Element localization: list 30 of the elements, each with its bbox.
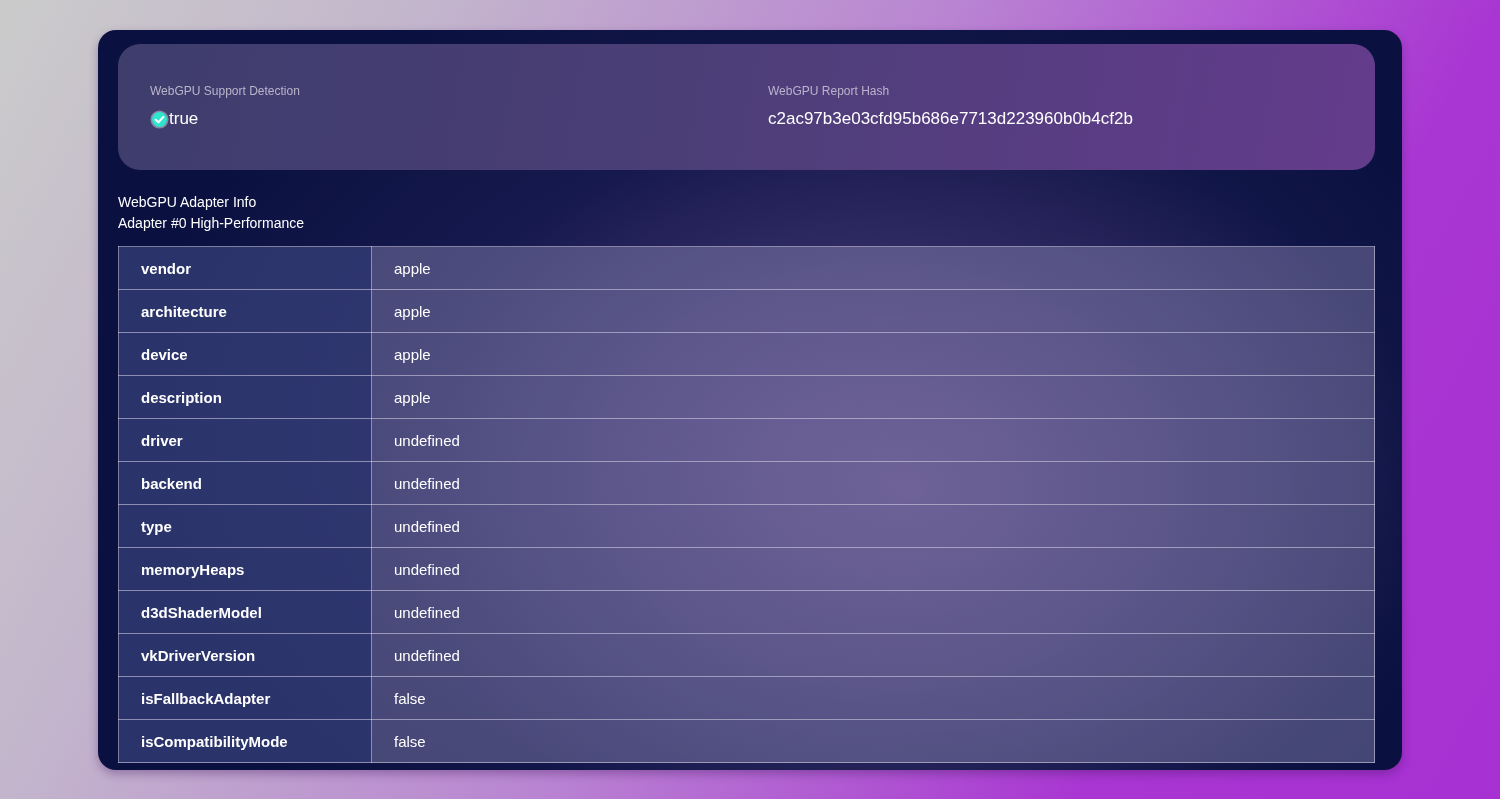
- property-name-cell: description: [118, 375, 372, 419]
- hash-label: WebGPU Report Hash: [768, 84, 891, 98]
- property-value-cell: apple: [371, 246, 1375, 290]
- property-name-cell: architecture: [118, 289, 372, 333]
- property-name-cell: driver: [118, 418, 372, 462]
- section-subtitle: Adapter #0 High-Performance: [118, 214, 305, 233]
- support-value: true: [169, 108, 199, 130]
- support-label: WebGPU Support Detection: [150, 84, 301, 98]
- property-name-cell: isFallbackAdapter: [118, 676, 372, 720]
- property-value-cell: undefined: [371, 461, 1375, 505]
- property-value-cell: undefined: [371, 633, 1375, 677]
- property-value-cell: apple: [371, 289, 1375, 333]
- property-name-cell: vkDriverVersion: [118, 633, 372, 677]
- property-value-cell: false: [371, 676, 1375, 720]
- section-title: WebGPU Adapter Info: [118, 193, 258, 212]
- property-name-cell: isCompatibilityMode: [118, 719, 372, 763]
- property-name-cell: device: [118, 332, 372, 376]
- property-value-cell: undefined: [371, 418, 1375, 462]
- property-name-cell: vendor: [118, 246, 372, 290]
- property-value-cell: apple: [371, 332, 1375, 376]
- property-name-cell: memoryHeaps: [118, 547, 372, 591]
- property-value-cell: undefined: [371, 547, 1375, 591]
- property-value-cell: undefined: [371, 504, 1375, 548]
- property-value-cell: undefined: [371, 590, 1375, 634]
- hash-value: c2ac97b3e03cfd95b686e7713d223960b0b4cf2b: [768, 108, 1133, 130]
- property-value-cell: apple: [371, 375, 1375, 419]
- property-name-cell: backend: [118, 461, 372, 505]
- property-name-cell: type: [118, 504, 372, 548]
- property-value-cell: false: [371, 719, 1375, 763]
- property-name-cell: d3dShaderModel: [118, 590, 372, 634]
